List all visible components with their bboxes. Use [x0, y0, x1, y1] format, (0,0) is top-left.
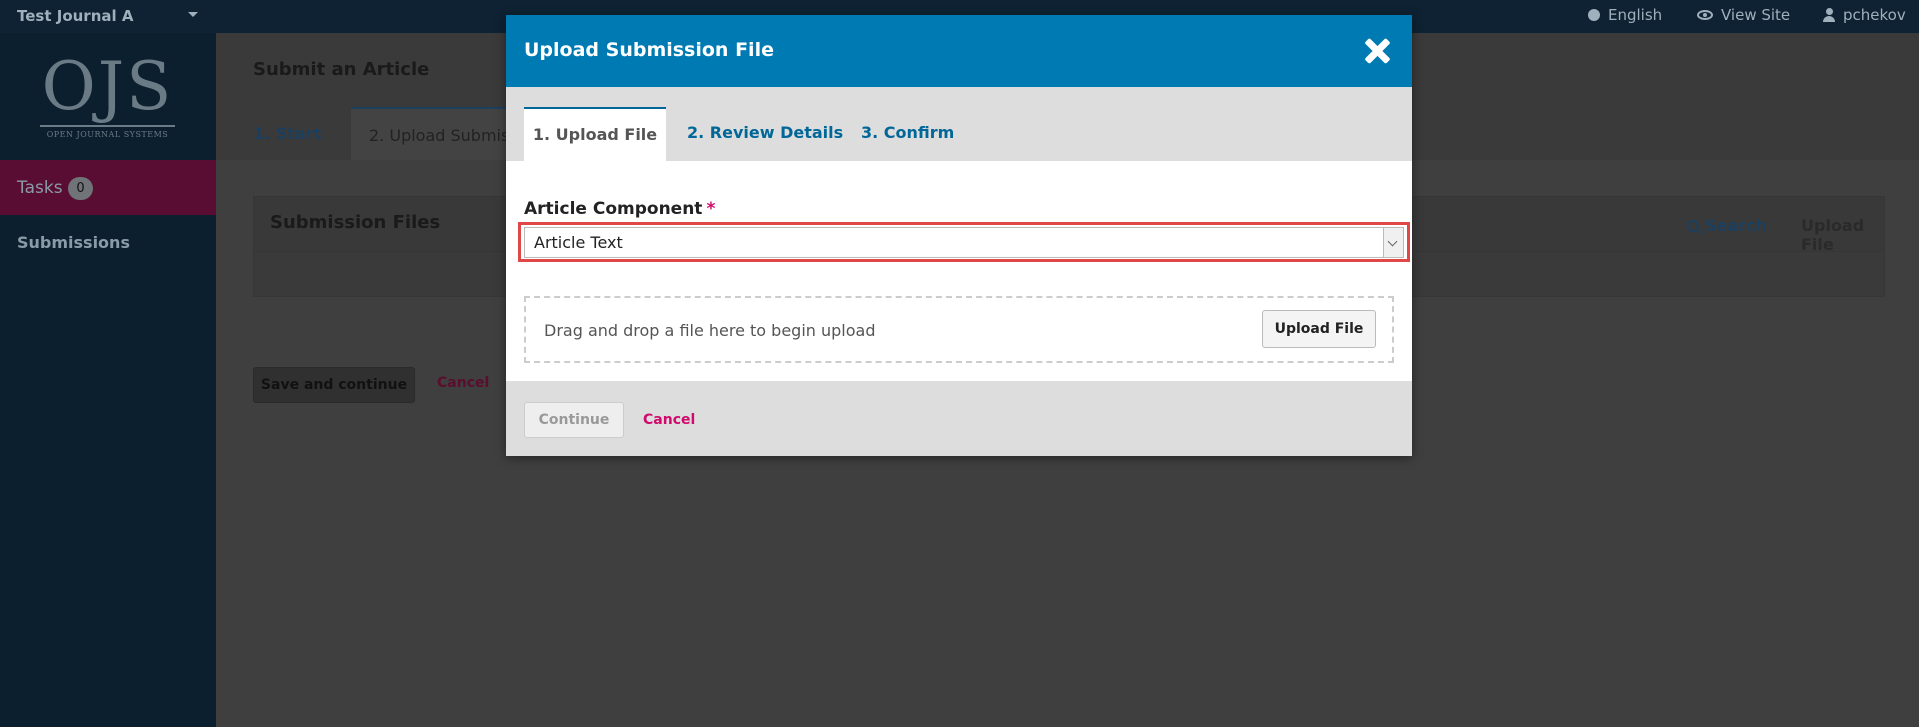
caret-down-icon[interactable]	[188, 12, 198, 17]
select-arrow[interactable]	[1383, 228, 1403, 257]
file-dropzone[interactable]: Drag and drop a file here to begin uploa…	[524, 296, 1394, 363]
close-icon[interactable]	[1361, 35, 1393, 67]
tab-review-details[interactable]: 2. Review Details	[687, 107, 843, 161]
save-and-continue-button[interactable]: Save and continue	[253, 367, 415, 403]
chevron-down-icon	[1387, 236, 1398, 247]
page-cancel-link[interactable]: Cancel	[437, 375, 489, 391]
user-icon	[1823, 8, 1835, 22]
field-label-text: Article Component	[524, 199, 703, 219]
tab-confirm[interactable]: 3. Confirm	[861, 107, 954, 161]
eye-icon	[1697, 10, 1713, 20]
page-title: Submit an Article	[253, 59, 430, 80]
tasks-count-badge: 0	[68, 177, 93, 200]
sidebar: OJS OPEN JOURNAL SYSTEMS Tasks 0 Submiss…	[0, 33, 216, 727]
logo-text: OJS	[40, 48, 175, 127]
cancel-link[interactable]: Cancel	[643, 412, 695, 428]
upload-file-button[interactable]: Upload File	[1262, 310, 1376, 348]
journal-switcher[interactable]: Test Journal A	[17, 7, 133, 25]
article-component-label: Article Component *	[524, 199, 715, 219]
search-link[interactable]: Search	[1687, 216, 1767, 235]
required-marker: *	[706, 199, 716, 219]
globe-icon	[1588, 9, 1600, 21]
modal-tabs: 1. Upload File 2. Review Details 3. Conf…	[506, 87, 1412, 161]
article-component-select[interactable]: Article Text	[524, 227, 1404, 258]
language-label: English	[1608, 6, 1663, 24]
continue-button[interactable]: Continue	[524, 402, 624, 438]
ojs-logo[interactable]: OJS OPEN JOURNAL SYSTEMS	[40, 49, 175, 139]
tab-upload-file[interactable]: 1. Upload File	[524, 107, 666, 161]
view-site-link[interactable]: View Site	[1697, 6, 1790, 24]
tasks-label: Tasks	[17, 178, 63, 198]
user-menu[interactable]: pchekov	[1823, 6, 1906, 24]
username-label: pchekov	[1843, 6, 1906, 24]
panel-upload-link[interactable]: Upload File	[1801, 216, 1884, 254]
tab-start[interactable]: 1. Start	[253, 107, 321, 160]
panel-title: Submission Files	[270, 212, 441, 233]
modal-title: Upload Submission File	[524, 39, 774, 61]
view-site-label: View Site	[1721, 6, 1791, 24]
sidebar-item-tasks[interactable]: Tasks 0	[0, 160, 216, 215]
upload-file-modal: Upload Submission File 1. Upload File 2.…	[506, 15, 1412, 456]
sidebar-item-submissions[interactable]: Submissions	[17, 233, 130, 252]
select-value: Article Text	[534, 233, 623, 252]
search-icon	[1687, 219, 1699, 232]
logo-subtitle: OPEN JOURNAL SYSTEMS	[46, 130, 169, 139]
search-label: Search	[1705, 216, 1767, 235]
language-link[interactable]: English	[1588, 6, 1662, 24]
dropzone-text: Drag and drop a file here to begin uploa…	[544, 321, 876, 340]
modal-header: Upload Submission File	[506, 15, 1412, 87]
modal-footer: Continue Cancel	[506, 381, 1412, 456]
